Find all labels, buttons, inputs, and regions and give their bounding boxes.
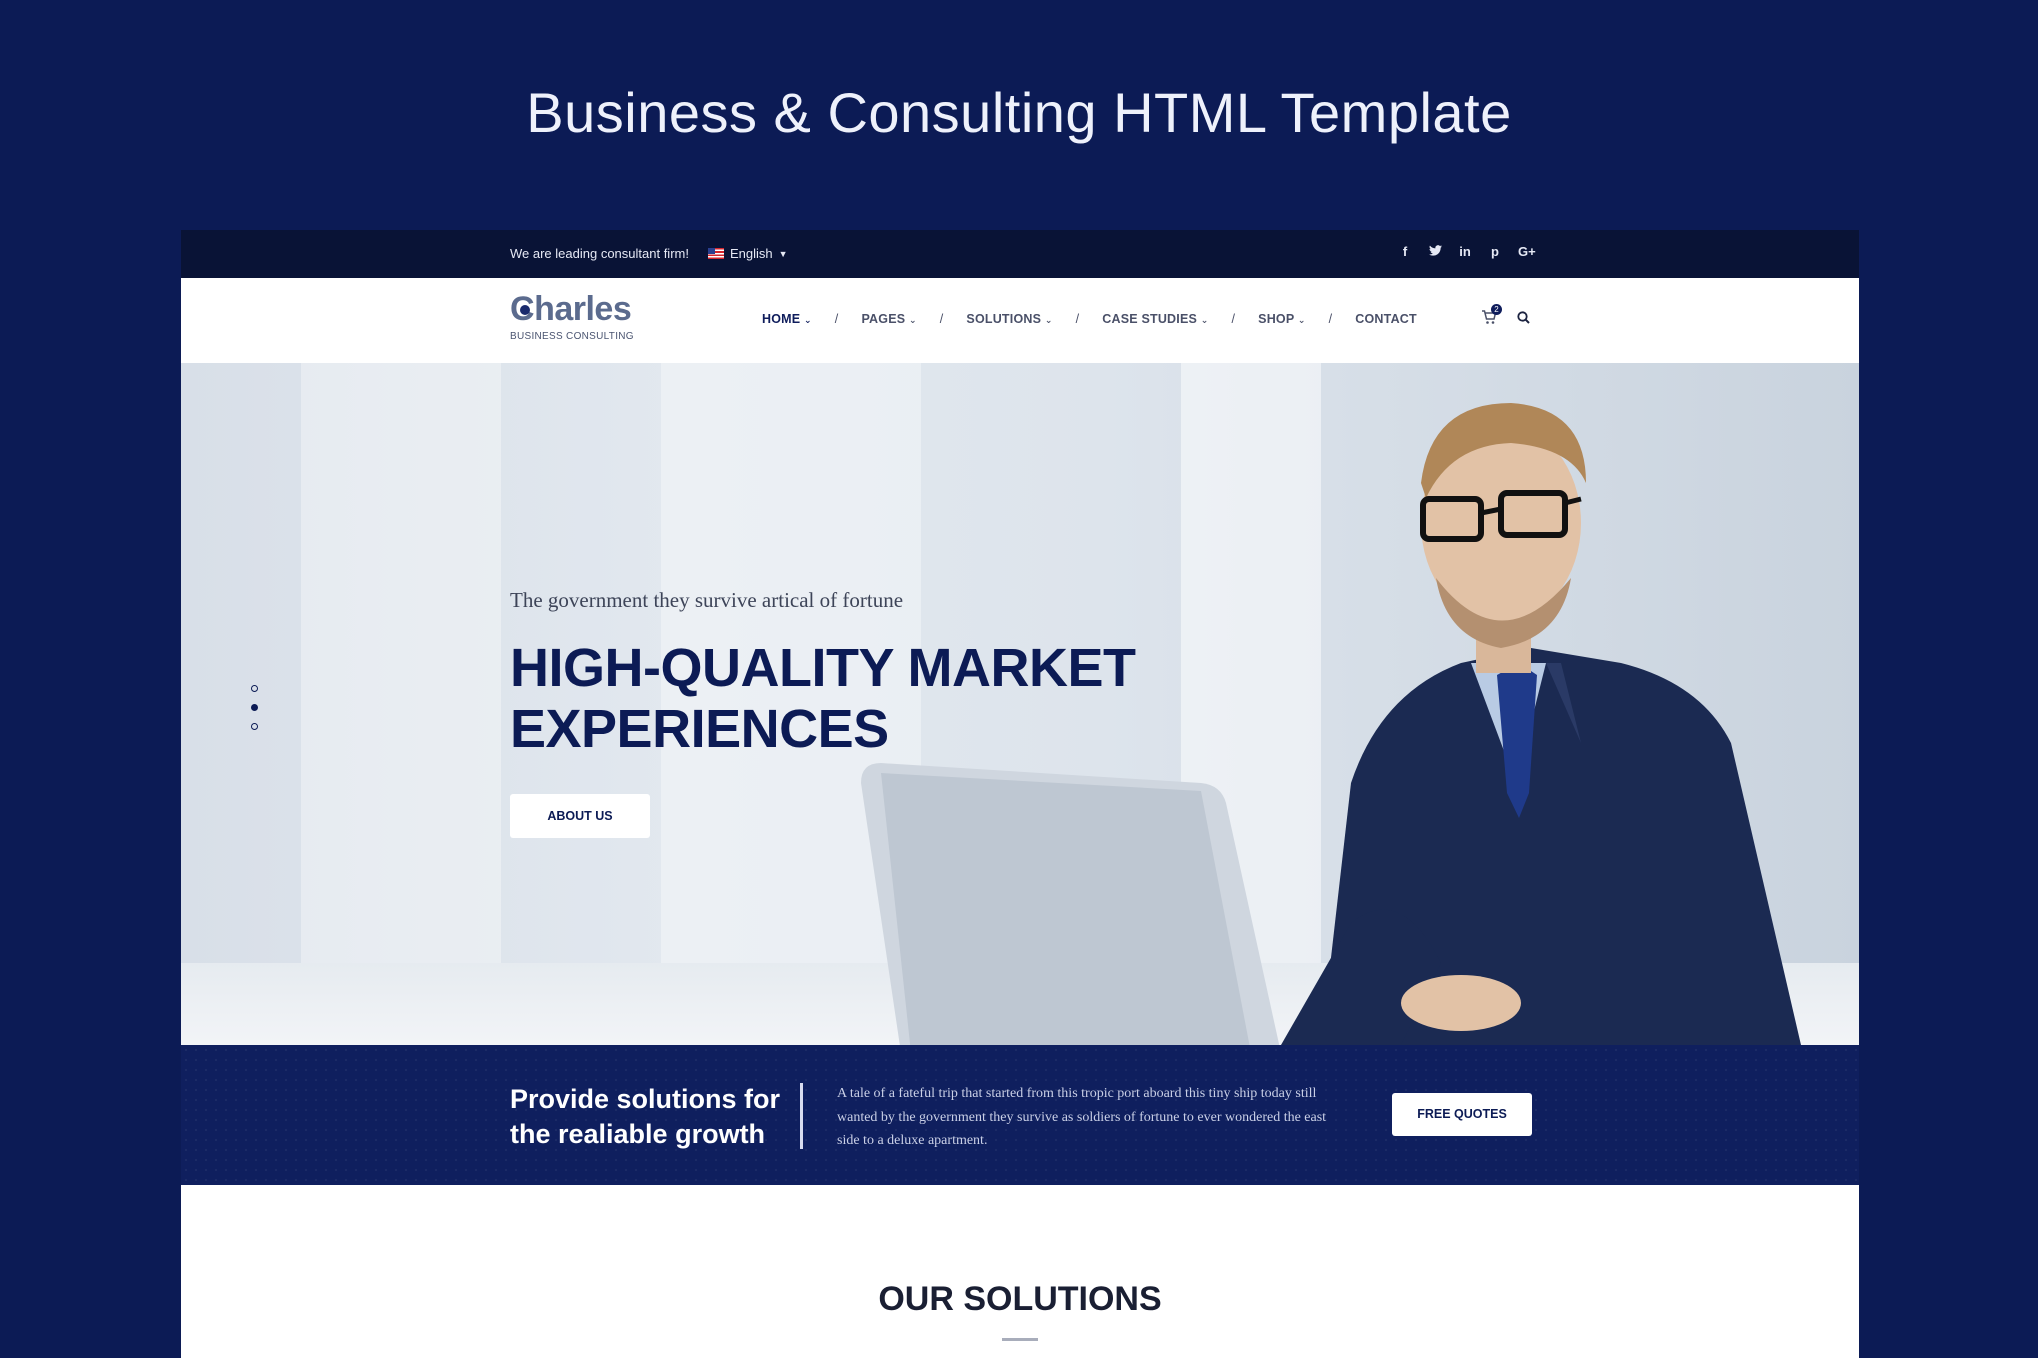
twitter-icon[interactable]	[1428, 244, 1442, 259]
chevron-down-icon: ⌄	[1044, 315, 1053, 325]
language-label: English	[730, 246, 773, 261]
cta-strip: Provide solutions for the realiable growt…	[181, 1045, 1859, 1185]
google-plus-icon[interactable]: G+	[1518, 244, 1536, 259]
about-us-button[interactable]: ABOUT US	[510, 794, 650, 838]
pinterest-icon[interactable]: p	[1488, 244, 1502, 259]
hero-headline: HIGH-QUALITY MARKET EXPERIENCES	[510, 638, 1136, 759]
top-bar: We are leading consultant firm! English …	[181, 230, 1859, 278]
social-links: f in p G+	[1398, 244, 1536, 259]
chevron-down-icon: ⌄	[908, 315, 917, 325]
logo-wordmark: Charles	[510, 292, 634, 326]
hero-kicker: The government they survive artical of f…	[510, 588, 904, 612]
nav-separator: /	[939, 312, 944, 326]
template-preview: We are leading consultant firm! English …	[181, 230, 1859, 1358]
nav-shop[interactable]: SHOP ⌄	[1258, 312, 1305, 326]
logo[interactable]: Charles BUSINESS CONSULTING	[510, 292, 634, 342]
cta-heading: Provide solutions for the realiable growt…	[510, 1084, 781, 1149]
tagline: We are leading consultant firm!	[510, 246, 689, 261]
nav-separator: /	[1328, 312, 1333, 326]
main-header: Charles BUSINESS CONSULTING HOME ⌄ / PAG…	[181, 278, 1859, 363]
slider-pagination	[251, 685, 258, 730]
language-selector[interactable]: English ▼	[708, 246, 788, 261]
showcase-title: Business & Consulting HTML Template	[526, 81, 1512, 144]
header-icons: 2	[1481, 304, 1530, 330]
chevron-down-icon: ▼	[778, 248, 788, 259]
chevron-down-icon: ⌄	[1297, 315, 1306, 325]
us-flag-icon	[708, 248, 724, 259]
facebook-icon[interactable]: f	[1398, 244, 1412, 259]
nav-separator: /	[1231, 312, 1236, 326]
nav-contact[interactable]: CONTACT	[1355, 312, 1417, 326]
nav-solutions[interactable]: SOLUTIONS ⌄	[966, 312, 1052, 326]
cta-divider	[800, 1083, 803, 1149]
cta-text: A tale of a fateful trip that started fr…	[837, 1086, 1327, 1148]
laptop-photo	[861, 763, 1280, 1045]
chevron-down-icon: ⌄	[804, 315, 812, 325]
nav-home[interactable]: HOME ⌄	[762, 312, 812, 326]
slide-dot[interactable]	[251, 723, 258, 730]
logo-subtitle: BUSINESS CONSULTING	[510, 331, 634, 342]
slide-dot-active[interactable]	[251, 704, 258, 711]
nav-pages[interactable]: PAGES ⌄	[861, 312, 916, 326]
slide-dot[interactable]	[251, 685, 258, 692]
cart-count-badge: 2	[1491, 304, 1502, 315]
search-icon[interactable]	[1517, 311, 1530, 329]
main-nav: HOME ⌄ / PAGES ⌄ / SOLUTIONS ⌄ / CASE ST…	[762, 312, 1417, 326]
hero-slider: The government they survive artical of f…	[181, 363, 1859, 1045]
chevron-down-icon: ⌄	[1200, 315, 1209, 325]
nav-separator: /	[1075, 312, 1080, 326]
logo-dot-icon	[520, 305, 530, 315]
background-window	[301, 363, 501, 1045]
linkedin-icon[interactable]: in	[1458, 244, 1472, 259]
section-title: OUR SOLUTIONS	[878, 1280, 1162, 1318]
section-title-underline	[1002, 1338, 1038, 1341]
free-quotes-button[interactable]: FREE QUOTES	[1392, 1093, 1532, 1136]
nav-separator: /	[834, 312, 839, 326]
cart-icon[interactable]: 2	[1481, 304, 1502, 330]
nav-case-studies[interactable]: CASE STUDIES ⌄	[1102, 312, 1208, 326]
